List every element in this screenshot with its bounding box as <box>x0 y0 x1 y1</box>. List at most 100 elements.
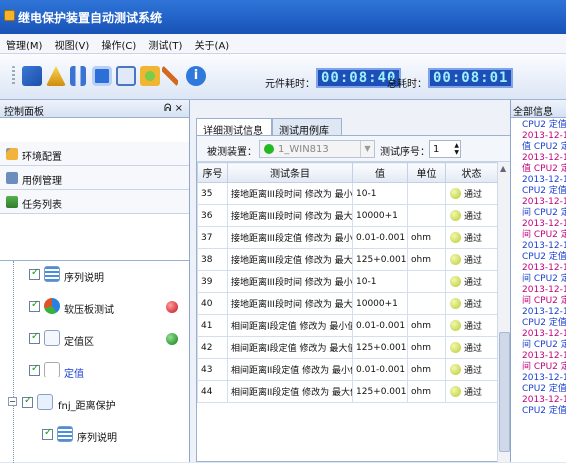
col-header-value[interactable]: 值 <box>352 162 408 183</box>
cell-status: 通过 <box>445 270 498 293</box>
cell-status: 通过 <box>445 314 498 337</box>
tree-node-setting-zone[interactable]: 定值区 <box>0 327 189 349</box>
cell-seq: 39 <box>197 270 228 293</box>
all-info-panel: 全部信息 CPU2 定值序号2013-12-10 09值 CPU2 定值序201… <box>510 100 566 462</box>
tree-checkbox[interactable] <box>29 363 40 376</box>
case-manage-icon <box>6 172 18 184</box>
col-header-seq[interactable]: 序号 <box>197 162 228 183</box>
menu-view[interactable]: 视图(V) <box>55 41 90 52</box>
cell-unit <box>407 182 446 205</box>
cell-item: 接地距离III段定值 修改为 最小值-步长 <box>227 226 353 249</box>
tools-icon <box>6 148 18 160</box>
pass-status-icon <box>450 210 461 221</box>
tree-node-label: 序列说明 <box>64 273 104 284</box>
table-row[interactable]: 40接地距离III段时间 修改为 最大值+步长10000+1 通过 <box>197 292 498 315</box>
tree-node-setting-value[interactable]: 定值 <box>0 359 189 381</box>
cell-seq: 42 <box>197 336 228 359</box>
control-panel-title: 控制面板 <box>4 107 44 118</box>
tree-node-sequence-desc-2[interactable]: 序列说明 <box>0 423 189 445</box>
window-title: 继电保护装置自动测试系统 <box>18 11 163 25</box>
cell-seq: 43 <box>197 358 228 381</box>
cell-status: 通过 <box>445 182 498 205</box>
toolbar: i 元件耗时： 00:08:40 总耗时： 00:08:01 <box>0 54 566 100</box>
col-header-status[interactable]: 状态 <box>445 162 498 183</box>
cell-item: 接地距离III段时间 修改为 最小值-步长 <box>227 270 353 293</box>
tree-checkbox[interactable] <box>42 427 53 440</box>
chevron-down-icon[interactable]: ▼ <box>360 141 374 157</box>
task-list-icon <box>6 196 18 208</box>
element-time-label: 元件耗时： <box>265 79 315 90</box>
menu-operate[interactable]: 操作(C) <box>101 41 136 52</box>
pass-status-icon <box>450 232 461 243</box>
cell-value: 125+0.001 <box>352 380 408 403</box>
pass-status-icon <box>450 298 461 309</box>
cell-status-text: 通过 <box>464 388 483 398</box>
cell-status: 通过 <box>445 336 498 359</box>
table-row[interactable]: 42相间距离I段定值 修改为 最大值+步长125+0.001ohm 通过 <box>197 336 498 359</box>
cell-status: 通过 <box>445 292 498 315</box>
panel-pin-close-icon[interactable]: ᕱ × <box>164 103 183 114</box>
scroll-up-icon[interactable]: ▲ <box>500 164 506 173</box>
info-icon[interactable]: i <box>186 66 206 86</box>
menu-manage[interactable]: 管理(M) <box>6 41 42 52</box>
menu-about[interactable]: 关于(A) <box>195 41 230 52</box>
tree-node-fnj-distance-protection[interactable]: − fnj_距离保护 <box>0 391 189 413</box>
settings-icon[interactable] <box>140 66 160 86</box>
table-row[interactable]: 43相间距离II段定值 修改为 最小值-步长0.01-0.001ohm 通过 <box>197 358 498 381</box>
device-select[interactable]: 1_WIN813 ▼ <box>259 140 375 158</box>
table-row[interactable]: 39接地距离III段时间 修改为 最小值-步长10-1 通过 <box>197 270 498 293</box>
table-row[interactable]: 38接地距离III段定值 修改为 最大值+步长125+0.001ohm 通过 <box>197 248 498 271</box>
cell-unit: ohm <box>407 314 446 337</box>
nav-env-config[interactable]: 环境配置 <box>0 142 189 166</box>
tree-checkbox[interactable] <box>29 331 40 344</box>
tree-node-label: 定值区 <box>64 337 94 348</box>
menu-test[interactable]: 测试(T) <box>148 41 182 52</box>
scrollbar-thumb[interactable] <box>499 332 510 452</box>
col-header-item[interactable]: 测试条目 <box>227 162 353 183</box>
table-row[interactable]: 44相间距离II段定值 修改为 最大值+步长125+0.001ohm 通过 <box>197 380 498 403</box>
list-icon <box>44 266 60 282</box>
document-icon <box>44 330 60 346</box>
log-list: CPU2 定值序号2013-12-10 09值 CPU2 定值序2013-12-… <box>511 118 566 417</box>
test-detail-area: 详细测试信息 测试用例库 被测装置： 1_WIN813 ▼ 测试序号： 1 ▲ ▼… <box>190 100 511 462</box>
log-line: CPU2 定值序号 <box>522 252 566 262</box>
tree-node-label: 序列说明 <box>77 433 117 444</box>
cell-value: 125+0.001 <box>352 336 408 359</box>
stop-icon[interactable] <box>92 66 112 86</box>
cell-status-text: 通过 <box>464 190 483 200</box>
tree-checkbox[interactable] <box>29 299 40 312</box>
control-panel: 控制面板 ᕱ × 环境配置 用例管理 任务列表 序列说明 软压板测试 定值区 <box>0 100 190 463</box>
collapse-icon[interactable]: − <box>8 397 17 406</box>
cell-status-text: 通过 <box>464 212 483 222</box>
tree-node-soft-plate-test[interactable]: 软压板测试 <box>0 295 189 317</box>
cell-value: 125+0.001 <box>352 248 408 271</box>
tree-checkbox[interactable] <box>22 395 33 408</box>
tab-case-library[interactable]: 测试用例库 <box>272 118 342 137</box>
cell-unit <box>407 270 446 293</box>
nav-task-list[interactable]: 任务列表 <box>0 190 189 214</box>
device-icon[interactable] <box>22 66 42 86</box>
pause-icon[interactable] <box>70 66 86 86</box>
col-header-unit[interactable]: 单位 <box>407 162 446 183</box>
cell-item: 相间距离II段定值 修改为 最大值+步长 <box>227 380 353 403</box>
table-row[interactable]: 37接地距离III段定值 修改为 最小值-步长0.01-0.001ohm 通过 <box>197 226 498 249</box>
log-line: CPU2 定值序号 <box>522 318 566 328</box>
tab-test-detail[interactable]: 详细测试信息 <box>196 118 272 137</box>
nav-case-manage[interactable]: 用例管理 <box>0 166 189 190</box>
tree-checkbox[interactable] <box>29 267 40 280</box>
spinner-arrows-icon[interactable]: ▲ ▼ <box>454 142 459 156</box>
save-icon[interactable] <box>116 66 136 86</box>
warning-icon[interactable] <box>46 66 66 86</box>
cell-value: 10-1 <box>352 270 408 293</box>
bookmark-icon <box>44 362 60 378</box>
cell-seq: 40 <box>197 292 228 315</box>
seq-spinner[interactable]: 1 ▲ ▼ <box>429 140 461 158</box>
brush-icon[interactable] <box>162 66 178 86</box>
table-scrollbar[interactable]: ▲ <box>497 162 510 462</box>
cell-value: 10000+1 <box>352 292 408 315</box>
tree-node-sequence-desc[interactable]: 序列说明 <box>0 263 189 285</box>
table-row[interactable]: 35接地距离III段时间 修改为 最小值-步长10-1 通过 <box>197 182 498 205</box>
test-tree: 序列说明 软压板测试 定值区 定值 − fnj_距离保护 序 <box>0 260 189 463</box>
table-row[interactable]: 36接地距离III段时间 修改为 最大值+步长10000+1 通过 <box>197 204 498 227</box>
table-row[interactable]: 41相间距离I段定值 修改为 最小值-步长0.01-0.001ohm 通过 <box>197 314 498 337</box>
